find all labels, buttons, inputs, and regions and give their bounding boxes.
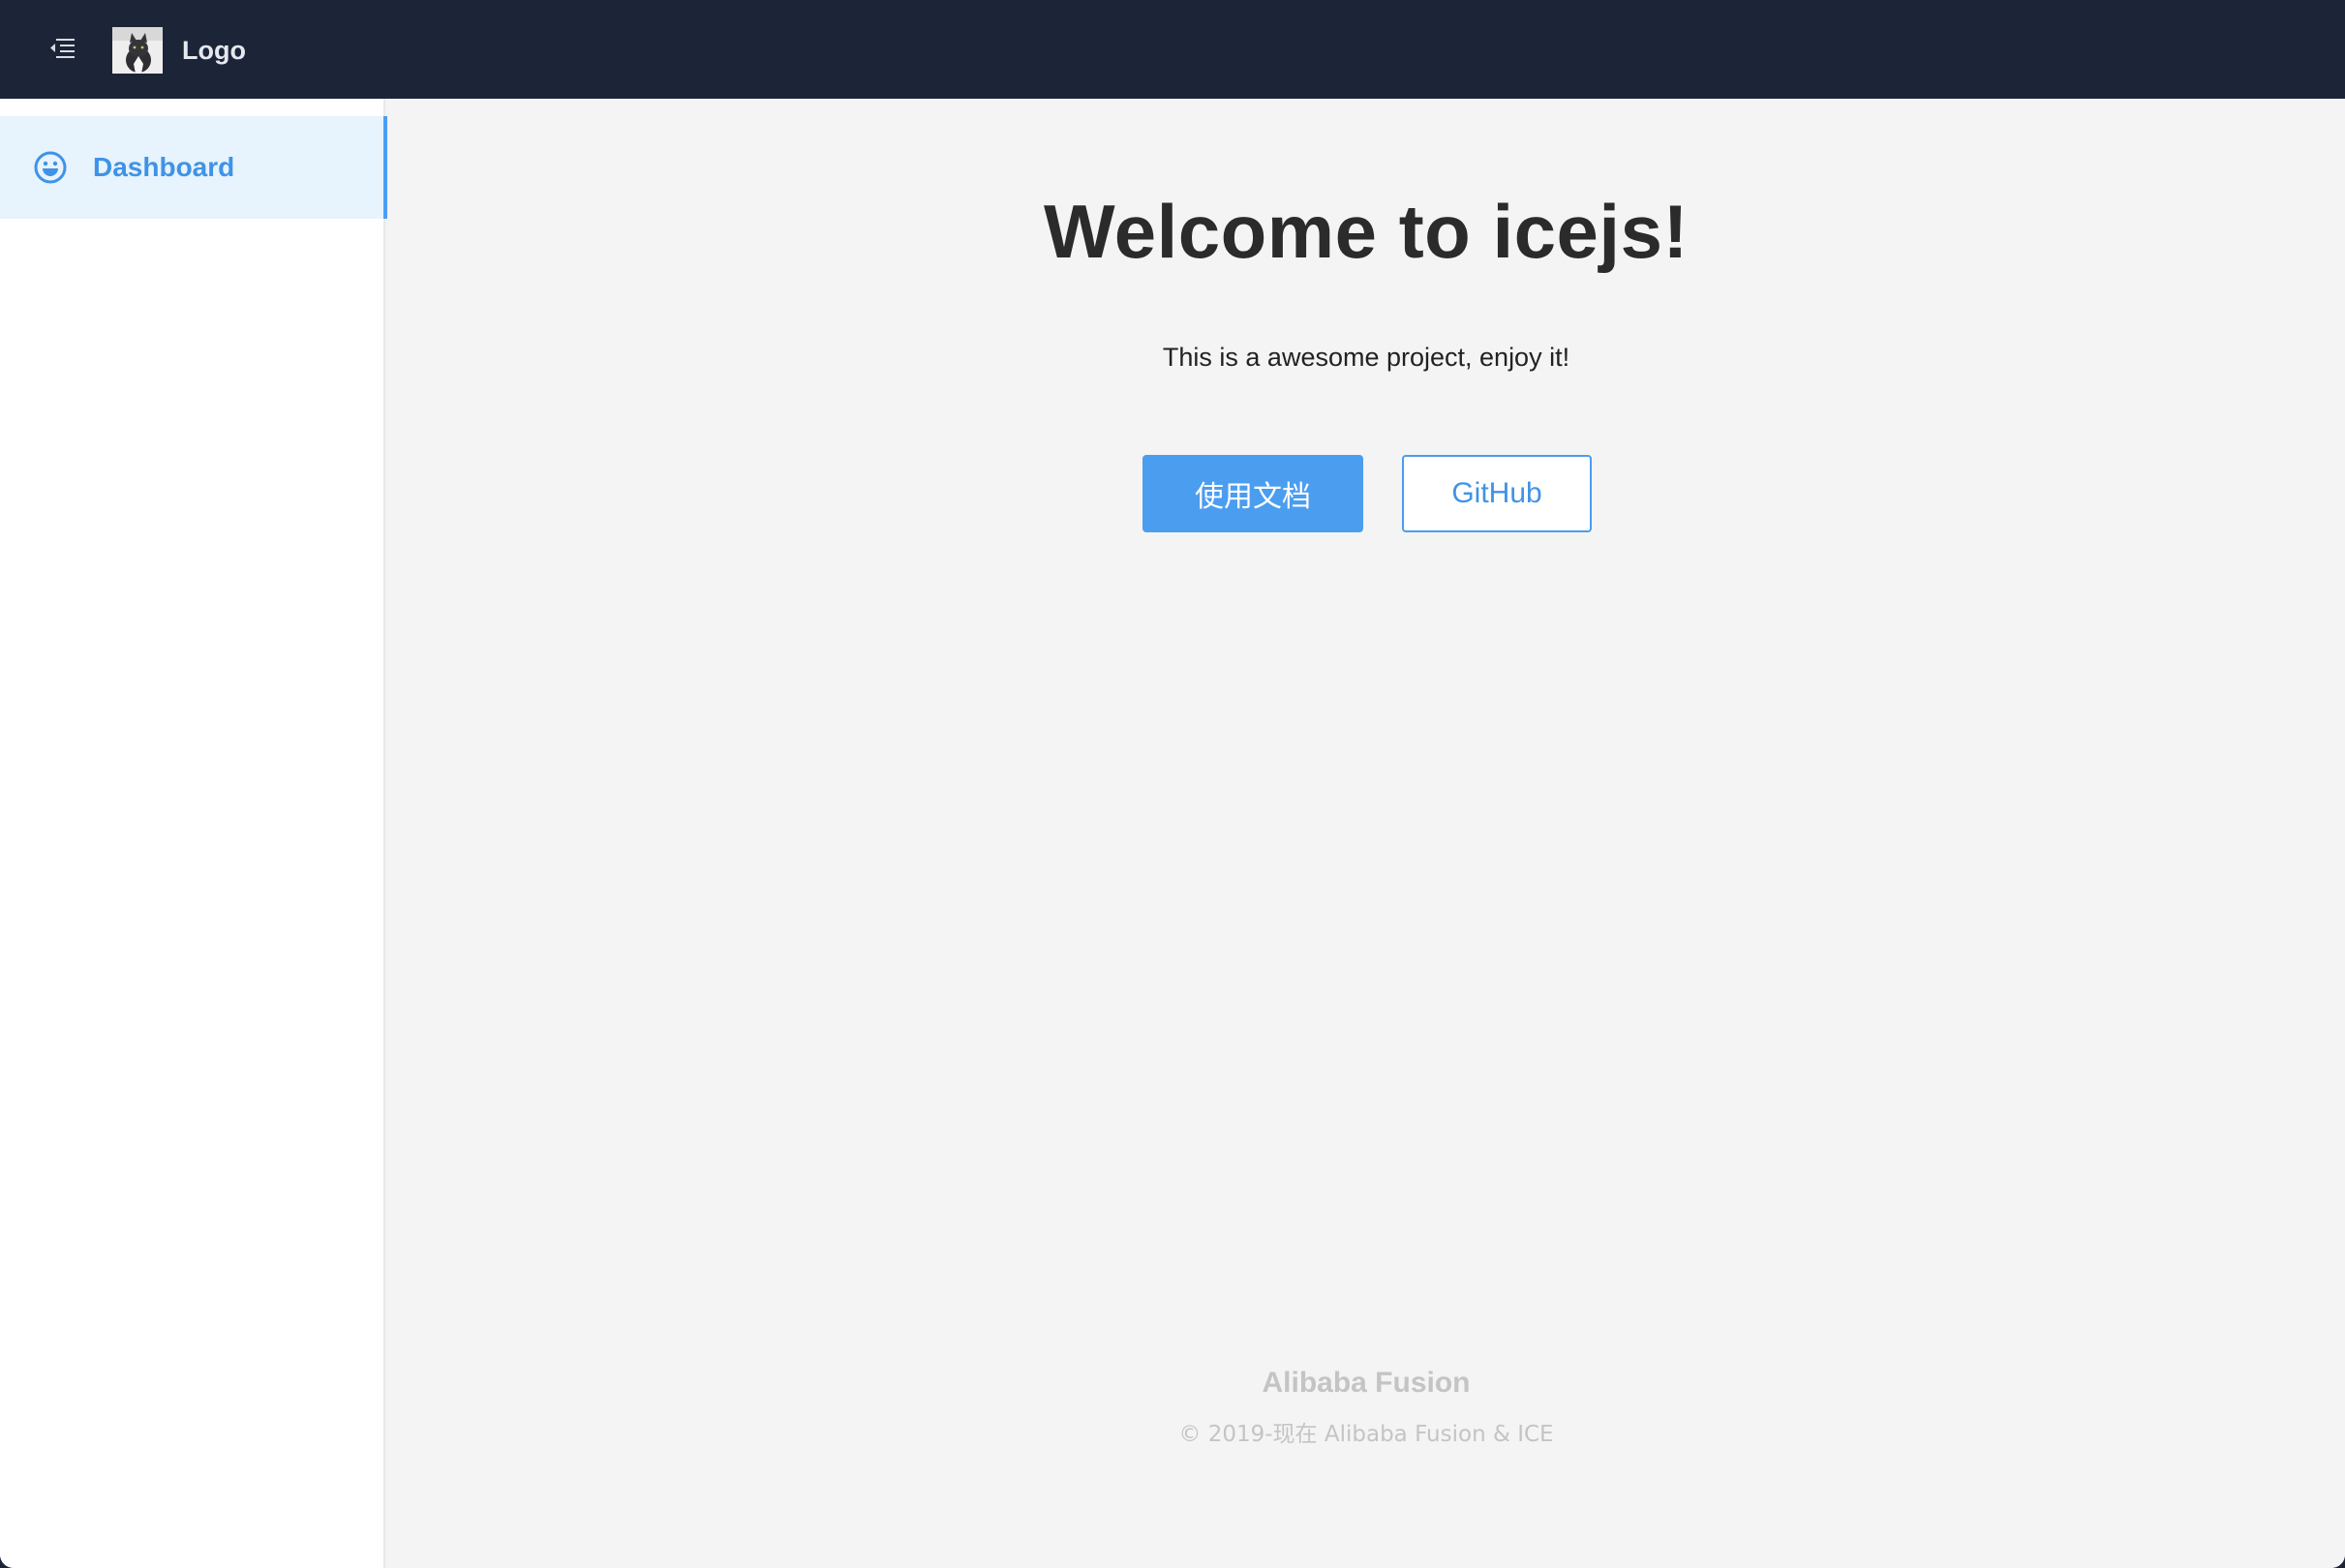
cat-logo-image <box>112 27 163 74</box>
page-title: Welcome to icejs! <box>1044 189 1689 274</box>
sidebar-item-label: Dashboard <box>93 152 235 182</box>
main-content: Welcome to icejs! This is a awesome proj… <box>387 99 2345 1568</box>
page-subtitle: This is a awesome project, enjoy it! <box>1162 343 1570 372</box>
footer-title: Alibaba Fusion <box>1262 1367 1471 1399</box>
logo-text: Logo <box>182 35 246 65</box>
menu-fold-icon[interactable] <box>45 33 79 64</box>
logo-link[interactable]: Logo <box>112 27 246 74</box>
docs-button[interactable]: 使用文档 <box>1142 455 1363 532</box>
smile-icon <box>34 151 67 184</box>
sidebar-item-dashboard[interactable]: Dashboard <box>0 116 387 219</box>
top-header: Logo <box>0 0 2345 99</box>
footer-copyright: © 2019-现在 Alibaba Fusion & ICE <box>1178 1422 1554 1447</box>
app-window: Logo Dashboard Welcome to icejs! This is… <box>0 0 2345 1568</box>
github-button[interactable]: GitHub <box>1402 455 1592 532</box>
sidebar: Dashboard <box>0 99 387 1568</box>
